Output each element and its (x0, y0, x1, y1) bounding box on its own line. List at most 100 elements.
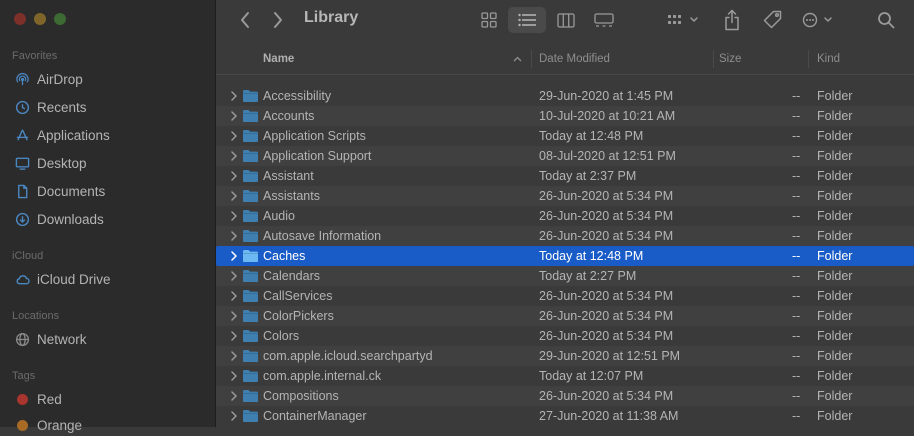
minimize-window-button[interactable] (34, 13, 46, 25)
disclosure-triangle-icon[interactable] (230, 331, 238, 341)
file-name: ContainerManager (263, 409, 367, 423)
file-size: -- (792, 269, 801, 283)
table-row[interactable]: Audio 26-Jun-2020 at 5:34 PM -- Folder (216, 206, 914, 226)
disclosure-triangle-icon[interactable] (230, 231, 238, 241)
clock-icon (14, 99, 30, 115)
table-row[interactable]: Accessibility 29-Jun-2020 at 1:45 PM -- Fol… (216, 86, 914, 106)
file-name: Application Support (263, 149, 372, 163)
sidebar-item-label: Network (37, 331, 87, 347)
disclosure-triangle-icon[interactable] (230, 171, 238, 181)
file-name: ColorPickers (263, 309, 334, 323)
table-row[interactable]: ContainerManager 27-Jun-2020 at 11:38 AM -… (216, 406, 914, 426)
back-button[interactable] (234, 7, 256, 33)
disclosure-triangle-icon[interactable] (230, 191, 238, 201)
disclosure-triangle-icon[interactable] (230, 311, 238, 321)
file-size: -- (792, 89, 801, 103)
table-row[interactable]: Compositions 26-Jun-2020 at 5:34 PM -- Fold… (216, 386, 914, 406)
table-row[interactable]: Autosave Information 26-Jun-2020 at 5:34 … (216, 226, 914, 246)
airdrop-icon (14, 71, 30, 87)
gallery-view-button[interactable] (590, 7, 618, 33)
file-name: Application Scripts (263, 129, 366, 143)
disclosure-triangle-icon[interactable] (230, 251, 238, 261)
group-icon (668, 15, 698, 24)
file-size: -- (792, 249, 801, 263)
table-row[interactable]: com.apple.icloud.searchpartyd 29-Jun-2020… (216, 346, 914, 366)
disclosure-triangle-icon[interactable] (230, 391, 238, 401)
file-kind: Folder (817, 189, 853, 203)
disclosure-triangle-icon[interactable] (230, 411, 238, 421)
search-button[interactable] (874, 7, 898, 33)
sidebar-item-documents[interactable]: Documents (14, 180, 105, 202)
column-separator (531, 50, 532, 68)
column-view-button[interactable] (552, 7, 580, 33)
sidebar-item-airdrop[interactable]: AirDrop (14, 68, 83, 90)
sidebar-item-label: Red (37, 391, 62, 407)
disclosure-triangle-icon[interactable] (230, 111, 238, 121)
disclosure-triangle-icon[interactable] (230, 271, 238, 281)
disclosure-triangle-icon[interactable] (230, 151, 238, 161)
columns-icon (557, 12, 575, 28)
folder-icon (243, 170, 258, 182)
sidebar-item-desktop[interactable]: Desktop (14, 152, 87, 174)
action-menu-button[interactable] (800, 7, 836, 33)
sidebar-item-applications[interactable]: Applications (14, 124, 110, 146)
search-icon (878, 12, 895, 29)
tag-red-dot (16, 393, 28, 405)
file-date-modified: 26-Jun-2020 at 5:34 PM (539, 309, 674, 323)
file-size: -- (792, 109, 801, 123)
group-button[interactable] (666, 7, 702, 33)
table-row[interactable]: Application Scripts Today at 12:48 PM -- Fo… (216, 126, 914, 146)
file-size: -- (792, 409, 801, 423)
file-kind: Folder (817, 129, 853, 143)
file-kind: Folder (817, 349, 853, 363)
sidebar-item-label: AirDrop (37, 71, 83, 87)
column-header-size[interactable]: Size (719, 53, 741, 65)
disclosure-triangle-icon[interactable] (230, 291, 238, 301)
sidebar-item-icloud-drive[interactable]: iCloud Drive (14, 268, 111, 290)
folder-icon (243, 410, 258, 422)
file-kind: Folder (817, 409, 853, 423)
disclosure-triangle-icon[interactable] (230, 131, 238, 141)
sidebar: Favorites AirDrop Recents Applications D… (0, 0, 216, 433)
sidebar-item-downloads[interactable]: Downloads (14, 208, 104, 230)
table-row[interactable]: com.apple.internal.ck Today at 12:07 PM --… (216, 366, 914, 386)
disclosure-triangle-icon[interactable] (230, 211, 238, 221)
file-kind: Folder (817, 209, 853, 223)
folder-icon (243, 350, 258, 362)
folder-icon (243, 330, 258, 342)
tags-button[interactable] (760, 7, 786, 33)
disclosure-triangle-icon[interactable] (230, 351, 238, 361)
table-row[interactable]: Assistants 26-Jun-2020 at 5:34 PM -- Folder (216, 186, 914, 206)
icon-view-button[interactable] (474, 7, 504, 33)
zoom-window-button[interactable] (54, 13, 66, 25)
sidebar-item-network[interactable]: Network (14, 328, 87, 350)
table-row[interactable]: Accounts 10-Jul-2020 at 10:21 AM -- Folder (216, 106, 914, 126)
column-header-date-modified[interactable]: Date Modified (539, 53, 610, 65)
file-date-modified: 26-Jun-2020 at 5:34 PM (539, 389, 674, 403)
share-button[interactable] (720, 7, 744, 33)
table-row[interactable]: ColorPickers 26-Jun-2020 at 5:34 PM -- Fold… (216, 306, 914, 326)
disclosure-triangle-icon[interactable] (230, 371, 238, 381)
column-header-kind[interactable]: Kind (817, 53, 840, 65)
sidebar-section-icloud: iCloud (12, 250, 44, 262)
list-view-button[interactable] (508, 7, 546, 33)
forward-button[interactable] (267, 7, 289, 33)
file-date-modified: 29-Jun-2020 at 12:51 PM (539, 349, 681, 363)
header-divider (216, 74, 914, 75)
sidebar-item-recents[interactable]: Recents (14, 96, 87, 118)
table-row[interactable]: CallServices 26-Jun-2020 at 5:34 PM -- Fold… (216, 286, 914, 306)
table-row[interactable]: Colors 26-Jun-2020 at 5:34 PM -- Folder (216, 326, 914, 346)
column-header-name[interactable]: Name (263, 53, 294, 65)
table-row-selected[interactable]: Caches Today at 12:48 PM -- Folder (216, 246, 914, 266)
folder-icon (243, 190, 258, 202)
file-size: -- (792, 149, 801, 163)
table-row[interactable]: Application Support 08-Jul-2020 at 12:51 … (216, 146, 914, 166)
sidebar-item-tag-red[interactable]: Red (14, 388, 62, 410)
sidebar-item-tag-orange[interactable]: Orange (14, 414, 82, 436)
disclosure-triangle-icon[interactable] (230, 91, 238, 101)
close-window-button[interactable] (14, 13, 26, 25)
sidebar-section-locations: Locations (12, 310, 60, 322)
list-icon (518, 13, 536, 27)
table-row[interactable]: Assistant Today at 2:37 PM -- Folder (216, 166, 914, 186)
table-row[interactable]: Calendars Today at 2:27 PM -- Folder (216, 266, 914, 286)
